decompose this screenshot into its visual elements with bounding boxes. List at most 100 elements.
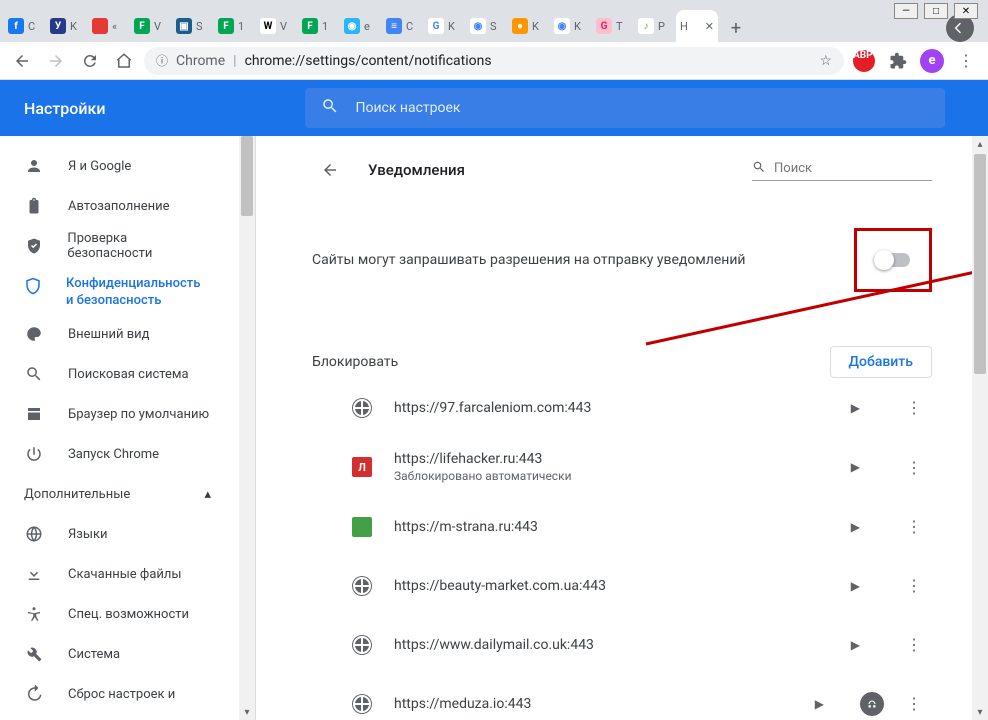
adblock-extension-icon[interactable]: ABP <box>850 47 878 75</box>
site-url: https://www.dailymail.co.uk:443 <box>394 637 594 653</box>
close-tab-icon[interactable]: ✕ <box>705 20 714 33</box>
site-details-arrow[interactable]: ▶ <box>851 460 860 474</box>
tab-favicon: У <box>50 18 66 34</box>
sidebar: Я и GoogleАвтозаполнение Проверка безопас… <box>0 136 256 720</box>
site-row: https://beauty-market.com.ua:443▶⋮ <box>312 556 932 615</box>
sidebar-item-label: Поисковая система <box>68 367 189 382</box>
maximize-button[interactable]: □ <box>924 3 948 19</box>
sidebar-item-label: Система <box>68 647 120 662</box>
globe-icon <box>352 576 372 596</box>
browser-tab[interactable]: GT <box>592 10 634 42</box>
page-search-input[interactable] <box>774 161 940 176</box>
profile-avatar[interactable]: e <box>918 47 946 75</box>
incognito-badge-icon <box>860 692 884 716</box>
block-section-title: Блокировать <box>312 354 398 370</box>
browser-tab[interactable]: F1 <box>214 10 256 42</box>
sidebar-item[interactable]: Система <box>0 634 235 674</box>
notifications-toggle[interactable] <box>876 253 910 267</box>
browser-tab[interactable]: fC <box>4 10 46 42</box>
sidebar-item-label: Проверка безопасности <box>67 231 211 261</box>
browser-tab[interactable]: « <box>88 10 130 42</box>
search-icon <box>752 160 766 178</box>
page-search[interactable] <box>752 160 932 181</box>
site-menu-icon[interactable]: ⋮ <box>896 511 932 542</box>
browser-tab[interactable]: F1 <box>298 10 340 42</box>
search-icon <box>321 97 339 119</box>
site-details-arrow[interactable]: ▶ <box>851 401 860 415</box>
browser-tab[interactable]: ♪P <box>634 10 676 42</box>
sidebar-item[interactable]: Языки <box>0 514 235 554</box>
settings-search-input[interactable] <box>355 100 929 116</box>
site-details-arrow[interactable]: ▶ <box>851 638 860 652</box>
home-button[interactable] <box>110 47 138 75</box>
sidebar-item[interactable]: Я и Google <box>0 146 235 186</box>
tab-strip: fCУK«FV▣SF1WVF1◉e≡CGK◉S●K◉KGT♪PН✕+ <box>0 0 988 42</box>
browser-tab[interactable]: GK <box>424 10 466 42</box>
sidebar-item[interactable]: Сброс настроек и <box>0 674 235 714</box>
address-bar[interactable]: ⓘ Chrome | chrome://settings/content/not… <box>144 47 844 75</box>
minimize-button[interactable]: — <box>894 3 918 19</box>
sidebar-item[interactable]: Браузер по умолчанию <box>0 394 235 434</box>
close-window-button[interactable]: ✕ <box>954 3 978 19</box>
main-scrollbar[interactable]: ▴ ▾ <box>972 136 988 720</box>
chrome-menu-icon[interactable]: ⋮ <box>952 47 980 75</box>
browser-tab[interactable]: ◉S <box>466 10 508 42</box>
sidebar-item[interactable]: Поисковая система <box>0 354 235 394</box>
site-menu-icon[interactable]: ⋮ <box>896 570 932 601</box>
browser-tab[interactable]: УK <box>46 10 88 42</box>
scroll-down-icon[interactable]: ▾ <box>972 704 988 720</box>
browser-tab-active[interactable]: Н✕ <box>676 10 718 42</box>
sidebar-advanced-toggle[interactable]: Дополнительные▴ <box>0 474 235 514</box>
browser-tab[interactable]: ▣S <box>172 10 214 42</box>
window-controls: — □ ✕ <box>894 3 978 19</box>
tab-favicon: ● <box>512 18 528 34</box>
sidebar-item[interactable]: Внешний вид <box>0 314 235 354</box>
site-row: https://meduza.io:443▶⋮ <box>312 674 932 720</box>
browser-tab[interactable]: WV <box>256 10 298 42</box>
settings-search[interactable] <box>305 88 945 128</box>
tab-label: K <box>532 20 539 33</box>
url-scheme-label: Chrome <box>176 53 225 69</box>
sidebar-scrollbar[interactable]: ▴ ▾ <box>239 136 255 720</box>
site-menu-icon[interactable]: ⋮ <box>896 688 932 719</box>
scroll-up-icon[interactable]: ▴ <box>972 136 988 152</box>
site-details-arrow[interactable]: ▶ <box>815 697 824 711</box>
toggle-label: Сайты могут запрашивать разрешения на от… <box>312 252 745 268</box>
sidebar-item[interactable]: Проверка безопасности <box>0 226 235 266</box>
sidebar-item[interactable]: Автозаполнение <box>0 186 235 226</box>
download-icon <box>24 564 44 584</box>
page-title: Уведомления <box>368 161 465 179</box>
site-info-icon[interactable]: ⓘ <box>156 52 168 69</box>
page-back-button[interactable] <box>312 152 348 188</box>
sidebar-item[interactable]: Запуск Chrome <box>0 434 235 474</box>
bookmark-star-icon[interactable]: ☆ <box>819 53 832 69</box>
tab-label: 1 <box>238 20 244 33</box>
sidebar-item-label: Скачанные файлы <box>68 567 182 582</box>
back-button[interactable] <box>8 47 36 75</box>
extensions-icon[interactable] <box>884 47 912 75</box>
browser-tab[interactable]: FV <box>130 10 172 42</box>
search-icon <box>24 364 44 384</box>
site-details-arrow[interactable]: ▶ <box>851 579 860 593</box>
scroll-down-icon[interactable]: ▾ <box>239 704 255 720</box>
browser-tab[interactable]: ◉e <box>340 10 382 42</box>
site-menu-icon[interactable]: ⋮ <box>896 629 932 660</box>
browser-tab[interactable]: ◉K <box>550 10 592 42</box>
forward-button[interactable] <box>42 47 70 75</box>
scrollbar-thumb[interactable] <box>974 154 986 374</box>
browser-tab[interactable]: ●K <box>508 10 550 42</box>
tab-label: C <box>406 20 413 33</box>
sidebar-item[interactable]: Конфиденциальность и безопасность <box>0 266 235 314</box>
new-tab-button[interactable]: + <box>722 14 750 42</box>
add-blocked-button[interactable]: Добавить <box>830 346 932 378</box>
sidebar-item[interactable]: Скачанные файлы <box>0 554 235 594</box>
sidebar-item-label: Браузер по умолчанию <box>68 407 209 422</box>
scrollbar-thumb[interactable] <box>241 136 253 216</box>
site-menu-icon[interactable]: ⋮ <box>896 452 932 483</box>
sidebar-item[interactable]: Спец. возможности <box>0 594 235 634</box>
site-details-arrow[interactable]: ▶ <box>851 520 860 534</box>
browser-tab[interactable]: ≡C <box>382 10 424 42</box>
chevron-up-icon: ▴ <box>204 487 211 502</box>
site-menu-icon[interactable]: ⋮ <box>896 392 932 423</box>
reload-button[interactable] <box>76 47 104 75</box>
